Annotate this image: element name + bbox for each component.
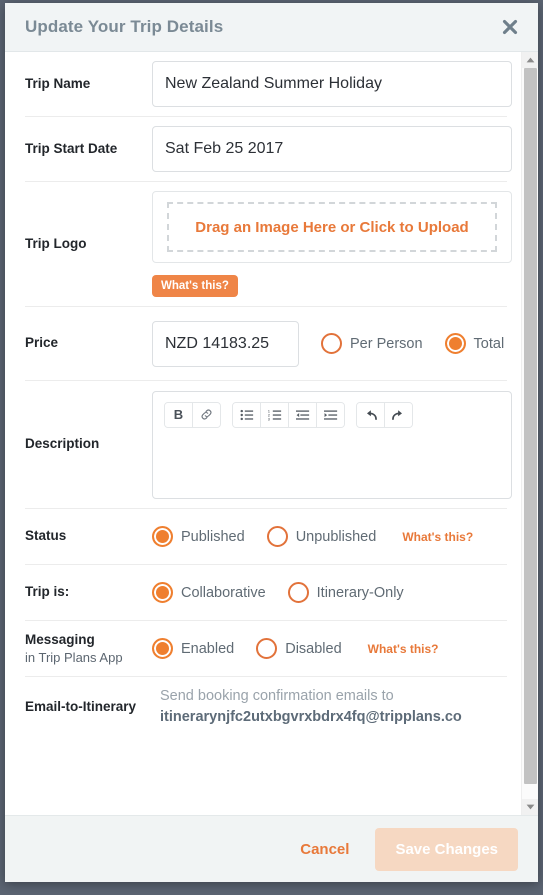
unordered-list-icon[interactable] [233, 402, 261, 427]
toolbar-group-format: B [164, 401, 221, 428]
label-email-to-itinerary: Email-to-Itinerary [25, 698, 137, 714]
indent-icon[interactable] [317, 402, 344, 427]
save-changes-button[interactable]: Save Changes [375, 827, 518, 871]
editor-toolbar: B 123 [153, 392, 511, 436]
modal-footer: Cancel Save Changes [5, 815, 538, 882]
email-to-itinerary-address[interactable]: itinerarynjfc2utxbgvrxbdrx4fq@tripplans.… [160, 707, 507, 728]
label-status: Status [25, 528, 67, 544]
radio-label-unpublished: Unpublished [295, 528, 377, 545]
price-type-radio-group: Per Person Total [321, 333, 504, 354]
trip-start-date-input[interactable]: Sat Feb 25 2017 [152, 126, 512, 172]
update-trip-details-modal: Update Your Trip Details Trip Name New Z… [5, 3, 538, 882]
radio-circle-icon [444, 333, 466, 354]
undo-icon[interactable] [357, 402, 385, 427]
row-messaging: Messaging in Trip Plans App Enabled Disa… [25, 621, 507, 677]
status-whats-this-link[interactable]: What's this? [402, 530, 473, 544]
radio-enabled[interactable]: Enabled [152, 638, 234, 659]
upload-dashed-border: Drag an Image Here or Click to Upload [167, 202, 497, 252]
radio-label-disabled: Disabled [285, 640, 342, 657]
form-scroll-area: Trip Name New Zealand Summer Holiday Tri… [5, 52, 521, 815]
scroll-down-arrow-icon[interactable] [522, 799, 538, 815]
label-messaging: Messaging in Trip Plans App [25, 631, 152, 667]
description-textarea[interactable] [153, 436, 511, 498]
row-status: Status Published Unpublished What's this… [25, 509, 507, 565]
trip-logo-upload-dropzone[interactable]: Drag an Image Here or Click to Upload [152, 191, 512, 263]
radio-label-total: Total [473, 335, 505, 352]
label-trip-logo: Trip Logo [25, 235, 87, 251]
radio-circle-icon [152, 526, 173, 547]
radio-circle-icon [287, 582, 309, 603]
close-icon[interactable] [498, 15, 522, 39]
upload-prompt-text: Drag an Image Here or Click to Upload [195, 218, 469, 236]
label-trip-name: Trip Name [25, 75, 91, 91]
radio-label-enabled: Enabled [181, 640, 235, 657]
ordered-list-icon[interactable]: 123 [261, 402, 289, 427]
radio-circle-icon [256, 638, 278, 659]
messaging-radio-group: Enabled Disabled [152, 638, 364, 659]
radio-itinerary-only[interactable]: Itinerary-Only [287, 582, 404, 603]
radio-circle-icon [152, 582, 173, 603]
row-trip-logo: Trip Logo Drag an Image Here or Click to… [25, 182, 512, 307]
radio-per-person[interactable]: Per Person [321, 333, 423, 354]
cancel-button[interactable]: Cancel [288, 831, 361, 868]
label-messaging-sub: in Trip Plans App [25, 649, 123, 665]
row-description: Description B 1 2 3 [25, 381, 512, 509]
email-lead-text: Send booking confirmation emails to [160, 688, 394, 704]
radio-collaborative[interactable]: Collaborative [152, 582, 266, 603]
row-trip-start-date: Trip Start Date Sat Feb 25 2017 [25, 117, 512, 182]
row-trip-is: Trip is: Collaborative Itinerary-Only [25, 565, 507, 621]
description-editor: B 123 [152, 390, 512, 499]
radio-label-per-person: Per Person [350, 335, 423, 352]
label-trip-start-date: Trip Start Date [25, 140, 118, 156]
svg-text:3: 3 [268, 417, 270, 421]
scrollbar-thumb[interactable] [524, 68, 537, 785]
trip-name-input[interactable]: New Zealand Summer Holiday [152, 61, 512, 107]
scrollbar-track[interactable] [522, 68, 538, 799]
status-radio-group: Published Unpublished [152, 526, 398, 547]
row-price: Price NZD 14183.25 Per Person Total [25, 307, 507, 381]
bold-icon[interactable]: B [165, 402, 193, 427]
scroll-up-arrow-icon[interactable] [522, 52, 538, 68]
messaging-whats-this-link[interactable]: What's this? [368, 642, 439, 656]
outdent-icon[interactable] [289, 402, 317, 427]
radio-unpublished[interactable]: Unpublished [266, 526, 377, 547]
modal-body: Trip Name New Zealand Summer Holiday Tri… [5, 52, 538, 815]
trip-is-radio-group: Collaborative Itinerary-Only [152, 582, 426, 603]
label-messaging-main: Messaging [25, 631, 95, 647]
form-scrollbar[interactable] [521, 52, 538, 815]
modal-header: Update Your Trip Details [5, 3, 538, 52]
link-icon[interactable] [193, 402, 220, 427]
redo-icon[interactable] [385, 402, 412, 427]
radio-label-itinerary-only: Itinerary-Only [316, 584, 404, 601]
radio-published[interactable]: Published [152, 526, 245, 547]
radio-circle-icon [266, 526, 288, 547]
radio-label-collaborative: Collaborative [181, 584, 266, 601]
row-email-to-itinerary: Email-to-Itinerary Send booking confirma… [25, 677, 507, 737]
radio-disabled[interactable]: Disabled [256, 638, 342, 659]
label-description: Description [25, 436, 100, 452]
toolbar-group-history [356, 401, 413, 428]
label-price: Price [25, 335, 59, 351]
radio-circle-icon [152, 638, 173, 659]
label-trip-is: Trip is: [25, 584, 70, 600]
row-trip-name: Trip Name New Zealand Summer Holiday [25, 52, 512, 117]
radio-circle-icon [321, 333, 342, 354]
toolbar-group-lists: 123 [232, 401, 345, 428]
radio-label-published: Published [181, 528, 245, 545]
price-input[interactable]: NZD 14183.25 [152, 320, 299, 367]
page-title: Update Your Trip Details [25, 17, 224, 36]
trip-logo-whats-this-badge[interactable]: What's this? [152, 275, 238, 297]
radio-total[interactable]: Total [444, 333, 505, 354]
